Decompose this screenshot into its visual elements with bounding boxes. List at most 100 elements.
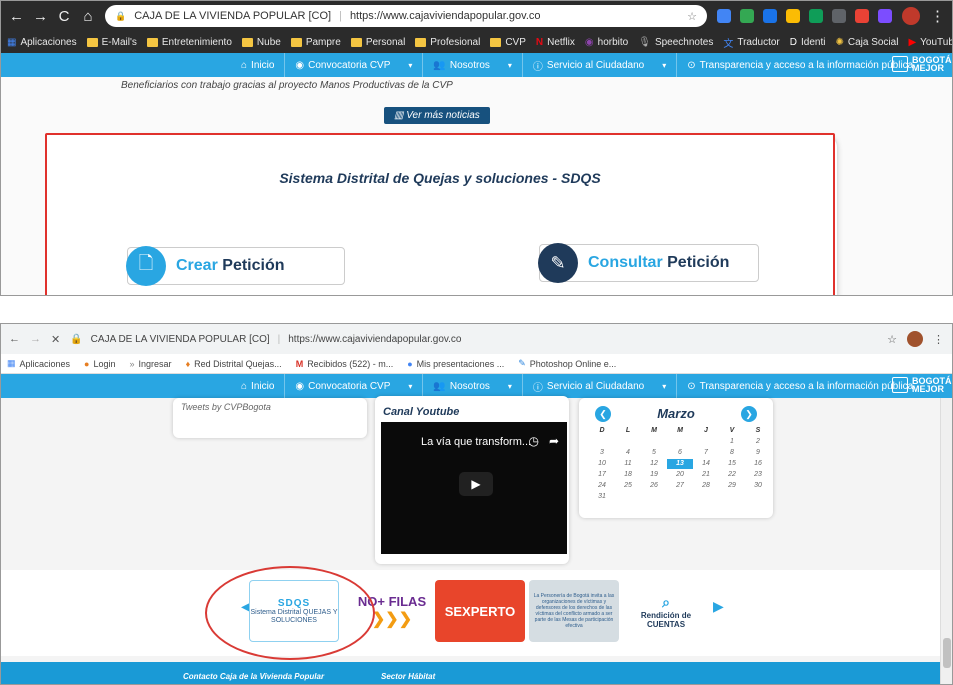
nav-convocatoria[interactable]: ◉ Convocatoria CVP ▾: [285, 53, 424, 77]
calendar-day[interactable]: 24: [589, 481, 615, 491]
calendar-day[interactable]: 20: [667, 470, 693, 480]
calendar-day[interactable]: 5: [641, 448, 667, 458]
site-logo[interactable]: BOGOTÁ MEJOR: [892, 377, 952, 394]
scrollbar[interactable]: [940, 398, 952, 684]
tweets-link[interactable]: Tweets by CVPBogota: [181, 402, 271, 412]
forward-icon[interactable]: →: [30, 333, 41, 345]
calendar-day[interactable]: 14: [693, 459, 719, 469]
bookmark-folder[interactable]: Personal: [350, 37, 405, 48]
extension-icon[interactable]: [740, 9, 754, 23]
calendar-day[interactable]: 13: [667, 459, 693, 469]
calendar-day[interactable]: 29: [719, 481, 745, 491]
avatar[interactable]: [902, 7, 920, 25]
banner-sexperto[interactable]: SEXPERTO: [435, 580, 525, 642]
news-item[interactable]: Beneficiarios con trabajo gracias al pro…: [121, 80, 453, 91]
forward-icon[interactable]: →: [33, 8, 48, 25]
video-player[interactable]: La vía que transform... ◷ ➦ ▶: [381, 422, 567, 554]
clock-icon[interactable]: ◷: [529, 434, 539, 448]
nav-inicio[interactable]: ⌂ Inicio: [231, 374, 286, 398]
calendar-day[interactable]: 27: [667, 481, 693, 491]
bookmark-gmail[interactable]: M Recibidos (522) - m...: [296, 359, 394, 369]
menu-icon[interactable]: ⋮: [930, 7, 945, 25]
calendar-day[interactable]: 30: [745, 481, 771, 491]
calendar-day[interactable]: 31: [589, 492, 615, 502]
bookmark-traductor[interactable]: 文 Traductor: [723, 35, 779, 50]
extension-icon[interactable]: [809, 9, 823, 23]
extension-icon[interactable]: [878, 9, 892, 23]
calendar-day[interactable]: 8: [719, 448, 745, 458]
calendar-day[interactable]: 3: [589, 448, 615, 458]
nav-transparencia[interactable]: ⊙ Transparencia y acceso a la información…: [677, 53, 923, 77]
calendar-day[interactable]: 9: [745, 448, 771, 458]
calendar-next-icon[interactable]: ❯: [741, 406, 757, 422]
back-icon[interactable]: ←: [9, 8, 24, 25]
calendar-day[interactable]: 16: [745, 459, 771, 469]
banner-personeria[interactable]: La Personería de Bogotá invita a las org…: [529, 580, 619, 642]
calendar-day[interactable]: 4: [615, 448, 641, 458]
bookmark-folder[interactable]: E-Mail's: [86, 37, 137, 48]
site-logo[interactable]: BOGOTÁ MEJOR: [892, 56, 952, 73]
nav-servicio[interactable]: ⓘ Servicio al Ciudadano ▾: [523, 53, 678, 77]
calendar-day[interactable]: 18: [615, 470, 641, 480]
nav-servicio[interactable]: ⓘ Servicio al Ciudadano ▾: [523, 374, 678, 398]
extension-icon[interactable]: [717, 9, 731, 23]
bookmark-apps[interactable]: ▦ Aplicaciones: [7, 358, 70, 369]
nav-nosotros[interactable]: 👥 Nosotros ▾: [423, 374, 523, 398]
home-icon[interactable]: ⌂: [81, 8, 95, 25]
bookmark-ingresar[interactable]: » Ingresar: [130, 359, 172, 369]
crear-peticion-button[interactable]: 🗋 Crear Petición: [126, 246, 345, 286]
calendar-day[interactable]: 28: [693, 481, 719, 491]
calendar-day[interactable]: 1: [719, 437, 745, 447]
calendar-day[interactable]: 12: [641, 459, 667, 469]
extension-icon[interactable]: [786, 9, 800, 23]
extension-icon[interactable]: [855, 9, 869, 23]
calendar-day[interactable]: 6: [667, 448, 693, 458]
bookmark-presentaciones[interactable]: ● Mis presentaciones ...: [407, 359, 504, 369]
bookmark-folder[interactable]: Nube: [241, 37, 281, 48]
bookmark-folder[interactable]: Pampre: [290, 37, 341, 48]
calendar-day[interactable]: 7: [693, 448, 719, 458]
banner-rendicion[interactable]: ⌕ Rendición de CUENTAS: [621, 580, 711, 642]
calendar-day[interactable]: 15: [719, 459, 745, 469]
star-icon[interactable]: ☆: [687, 10, 697, 23]
avatar[interactable]: [907, 331, 923, 347]
calendar-day[interactable]: 22: [719, 470, 745, 480]
menu-icon[interactable]: ⋮: [933, 333, 944, 346]
back-icon[interactable]: ←: [9, 333, 20, 345]
nav-nosotros[interactable]: 👥 Nosotros ▾: [423, 53, 523, 77]
calendar-day[interactable]: 19: [641, 470, 667, 480]
bookmark-speechnotes[interactable]: 🎙 Speechnotes: [638, 37, 713, 48]
star-icon[interactable]: ☆: [887, 333, 897, 346]
bookmark-caja-social[interactable]: ✺ Caja Social: [835, 37, 898, 48]
bookmark-red-distrital[interactable]: ♦ Red Distrital Quejas...: [186, 359, 282, 369]
bookmark-photoshop[interactable]: ✎ Photoshop Online e...: [518, 358, 616, 369]
bookmark-folder[interactable]: CVP: [490, 37, 526, 48]
bookmark-login[interactable]: ● Login: [84, 359, 115, 369]
bookmark-identi[interactable]: D Identi: [790, 37, 826, 48]
address-bar[interactable]: 🔒 CAJA DE LA VIVIENDA POPULAR [CO] | htt…: [105, 5, 707, 27]
bookmark-apps[interactable]: ▦ Aplicaciones: [7, 37, 77, 48]
bookmark-horbito[interactable]: ◉ horbito: [585, 37, 628, 48]
extension-icon[interactable]: [763, 9, 777, 23]
bookmark-folder[interactable]: Profesional: [415, 37, 480, 48]
bookmark-youtube[interactable]: ▶YouTube: [908, 37, 952, 48]
more-news-button[interactable]: ▥ Ver más noticias: [384, 107, 490, 124]
extension-icon[interactable]: [832, 9, 846, 23]
nav-transparencia[interactable]: ⊙ Transparencia y acceso a la información…: [677, 374, 923, 398]
bookmark-folder[interactable]: Entretenimiento: [146, 37, 232, 48]
tweets-widget[interactable]: Tweets by CVPBogota: [173, 398, 367, 438]
nav-inicio[interactable]: ⌂ Inicio: [231, 53, 286, 77]
calendar-day[interactable]: 25: [615, 481, 641, 491]
calendar-day[interactable]: 26: [641, 481, 667, 491]
share-icon[interactable]: ➦: [549, 434, 559, 448]
calendar-day[interactable]: 11: [615, 459, 641, 469]
calendar-day[interactable]: 17: [589, 470, 615, 480]
consultar-peticion-button[interactable]: ✎ Consultar Petición: [538, 243, 759, 283]
play-icon[interactable]: ▶: [459, 472, 493, 496]
address-bar[interactable]: 🔒 CAJA DE LA VIVIENDA POPULAR [CO] | htt…: [70, 334, 877, 345]
reload-icon[interactable]: C: [57, 8, 71, 25]
calendar-day[interactable]: 21: [693, 470, 719, 480]
calendar-day[interactable]: 23: [745, 470, 771, 480]
bookmark-netflix[interactable]: N Netflix: [536, 37, 575, 48]
calendar-day[interactable]: 10: [589, 459, 615, 469]
